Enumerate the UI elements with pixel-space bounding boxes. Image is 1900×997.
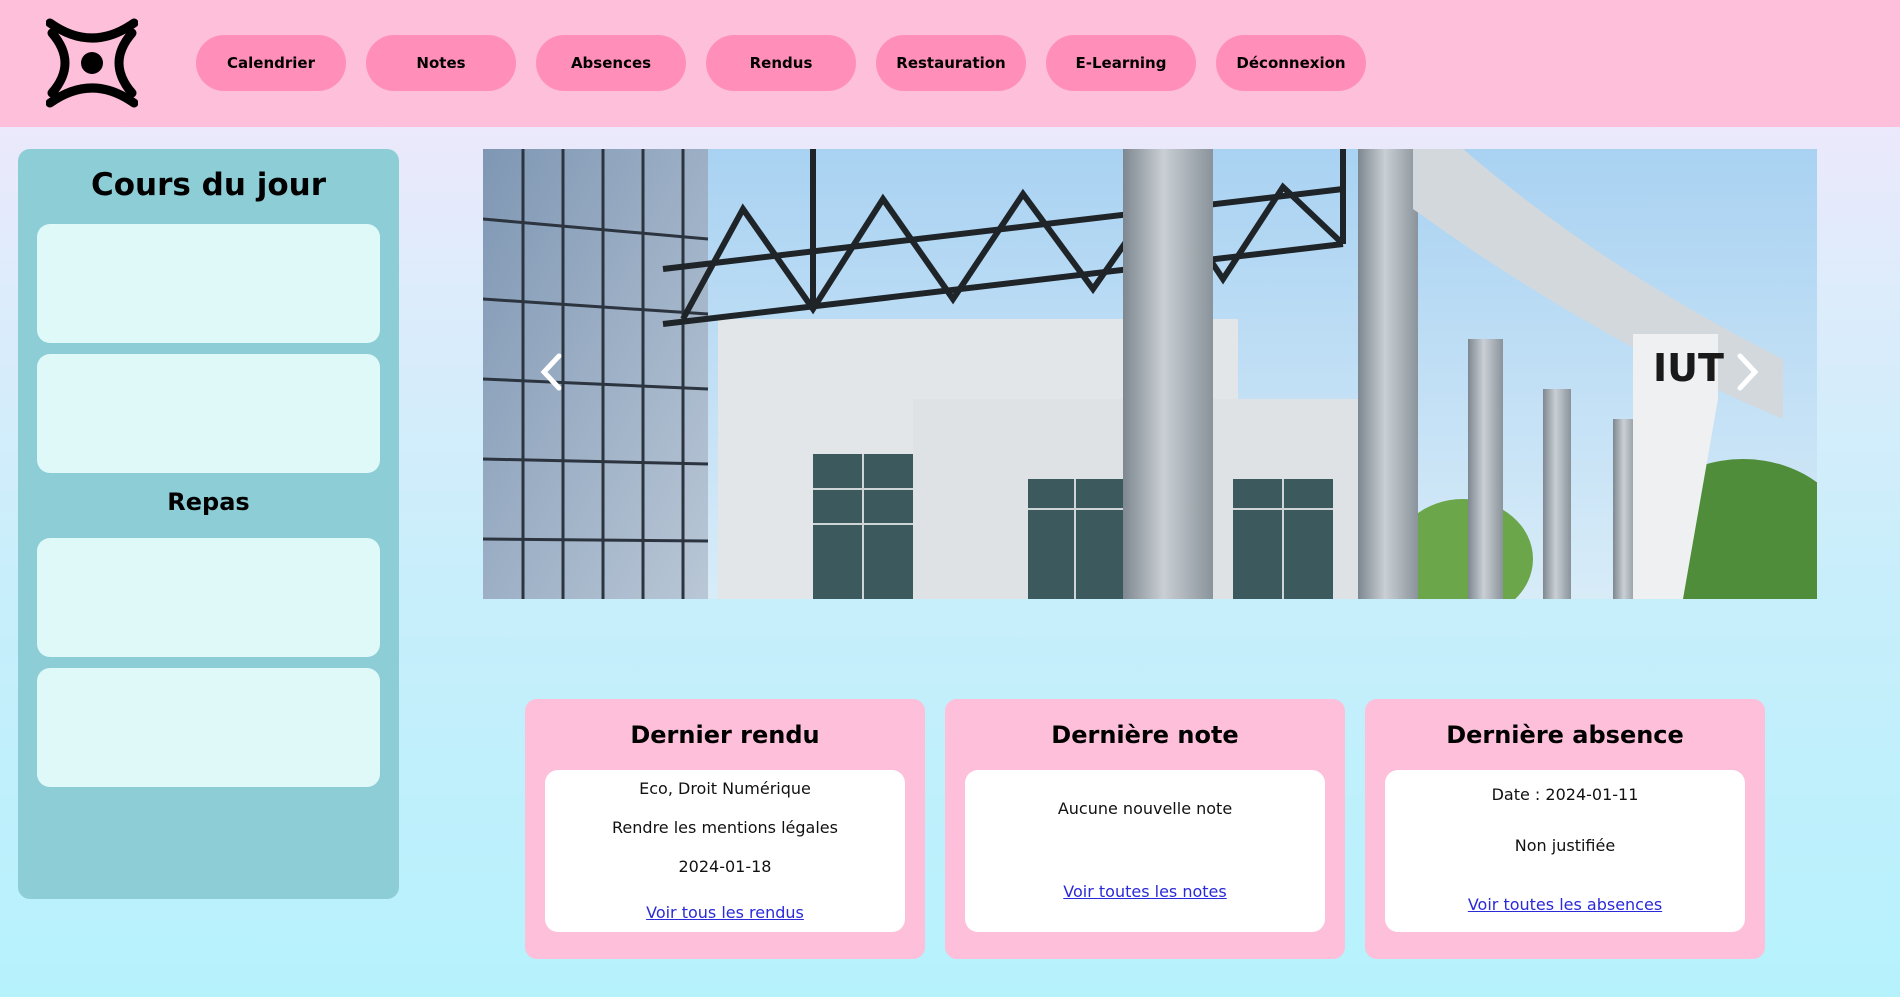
top-header: Calendrier Notes Absences Rendus Restaur… [0, 0, 1900, 127]
absence-date: Date : 2024-01-11 [1491, 785, 1639, 804]
nav-calendrier-button[interactable]: Calendrier [196, 35, 346, 91]
main-nav: Calendrier Notes Absences Rendus Restaur… [196, 35, 1366, 91]
rendu-subject: Eco, Droit Numérique [639, 779, 811, 798]
chevron-right-icon [1737, 353, 1759, 391]
last-absence-body: Date : 2024-01-11 Non justifiée Voir tou… [1385, 770, 1745, 932]
meal-slot [37, 538, 380, 657]
carousel-next-button[interactable] [1728, 347, 1768, 397]
course-slot [37, 354, 380, 473]
last-absence-card: Dernière absence Date : 2024-01-11 Non j… [1365, 699, 1765, 959]
course-slot [37, 224, 380, 343]
all-rendus-link[interactable]: Voir tous les rendus [646, 903, 804, 922]
last-rendu-body: Eco, Droit Numérique Rendre les mentions… [545, 770, 905, 932]
last-note-body: Aucune nouvelle note Voir toutes les not… [965, 770, 1325, 932]
rendu-task: Rendre les mentions légales [612, 818, 838, 837]
last-note-card: Dernière note Aucune nouvelle note Voir … [945, 699, 1345, 959]
meals-title: Repas [167, 488, 250, 516]
note-status: Aucune nouvelle note [1057, 799, 1233, 818]
courses-title: Cours du jour [91, 167, 326, 203]
last-rendu-card: Dernier rendu Eco, Droit Numérique Rendr… [525, 699, 925, 959]
iut-sign-text: IUT [1653, 346, 1724, 390]
nav-elearning-button[interactable]: E-Learning [1046, 35, 1196, 91]
last-rendu-title: Dernier rendu [630, 721, 820, 749]
campus-building-photo: IUT [483, 149, 1817, 599]
nav-restauration-button[interactable]: Restauration [876, 35, 1026, 91]
last-absence-title: Dernière absence [1446, 721, 1684, 749]
nav-rendus-button[interactable]: Rendus [706, 35, 856, 91]
nav-deconnexion-button[interactable]: Déconnexion [1216, 35, 1366, 91]
all-absences-link[interactable]: Voir toutes les absences [1468, 895, 1662, 914]
absence-status: Non justifiée [1514, 836, 1616, 855]
carousel-prev-button[interactable] [531, 347, 571, 397]
chevron-left-icon [540, 353, 562, 391]
photo-carousel: IUT [483, 149, 1817, 599]
nav-notes-button[interactable]: Notes [366, 35, 516, 91]
sidebar-panel: Cours du jour Repas [18, 149, 399, 899]
sun-burst-logo-icon[interactable] [46, 17, 138, 109]
rendu-date: 2024-01-18 [678, 857, 772, 876]
last-note-title: Dernière note [1051, 721, 1239, 749]
all-notes-link[interactable]: Voir toutes les notes [1063, 882, 1226, 901]
nav-absences-button[interactable]: Absences [536, 35, 686, 91]
meal-slot [37, 668, 380, 787]
